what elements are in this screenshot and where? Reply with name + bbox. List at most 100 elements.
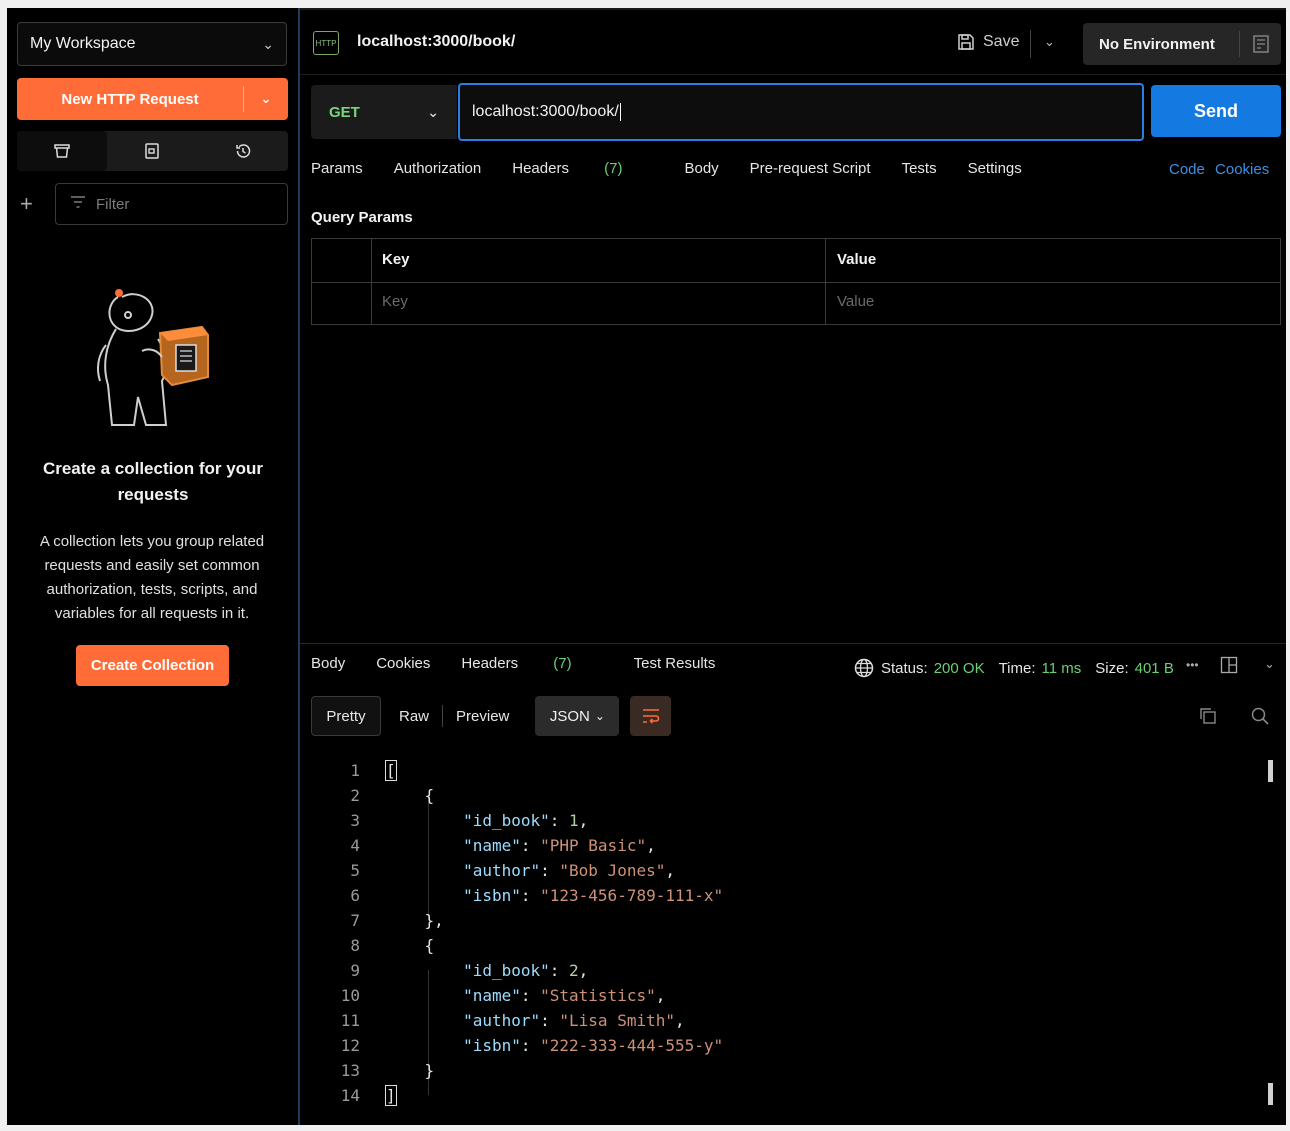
resp-tab-headers[interactable]: Headers (7) xyxy=(461,655,602,672)
filter-input[interactable]: Filter xyxy=(55,183,288,225)
line-number: 6 xyxy=(350,886,360,905)
size-value[interactable]: 401 B xyxy=(1135,660,1174,677)
line-number: 4 xyxy=(350,836,360,855)
wrap-lines-button[interactable] xyxy=(630,696,672,736)
column-divider xyxy=(371,239,372,324)
json-value: "Statistics" xyxy=(540,986,656,1005)
copy-icon[interactable] xyxy=(1198,706,1218,726)
sidebar-divider[interactable] xyxy=(298,8,300,1125)
line-number: 3 xyxy=(350,811,360,830)
workspace-select[interactable]: My Workspace ⌄ xyxy=(17,22,287,66)
json-key: "id_book" xyxy=(463,811,550,830)
layout-toggle-icon[interactable] xyxy=(1220,656,1238,674)
tab-collections[interactable] xyxy=(17,131,108,171)
code-line: { xyxy=(386,786,435,805)
tab-authorization[interactable]: Authorization xyxy=(394,160,482,177)
resp-tab-test-results[interactable]: Test Results xyxy=(634,655,716,672)
search-icon[interactable] xyxy=(1250,706,1270,726)
scrollbar-marker[interactable] xyxy=(1268,760,1273,782)
tab-tests[interactable]: Tests xyxy=(902,160,937,177)
resp-headers-count: (7) xyxy=(553,655,572,672)
column-header-value: Value xyxy=(837,251,877,268)
add-collection-icon[interactable]: + xyxy=(20,190,33,218)
json-key: "name" xyxy=(463,836,521,855)
tab-pre-request-script[interactable]: Pre-request Script xyxy=(750,160,871,177)
time-value[interactable]: 11 ms xyxy=(1042,660,1082,677)
json-key: "author" xyxy=(463,1011,541,1030)
line-number: 12 xyxy=(340,1036,360,1055)
code-line: }, xyxy=(386,911,444,930)
environment-select[interactable]: No Environment xyxy=(1083,23,1281,65)
create-collection-button[interactable]: Create Collection xyxy=(76,645,229,686)
tab-headers[interactable]: Headers (7) xyxy=(512,160,653,177)
send-button[interactable]: Send xyxy=(1151,85,1281,137)
headers-count: (7) xyxy=(604,160,623,177)
json-value: "Bob Jones" xyxy=(559,861,666,880)
key-input[interactable]: Key xyxy=(382,293,408,310)
tab-params[interactable]: Params xyxy=(311,160,363,177)
code-line: ] xyxy=(385,1085,397,1106)
chevron-down-icon[interactable]: ⌄ xyxy=(1264,656,1275,672)
format-raw-button[interactable]: Raw xyxy=(399,708,429,725)
request-title[interactable]: localhost:3000/book/ xyxy=(357,33,515,51)
table-row: Key Value xyxy=(312,283,1280,326)
status-label: Status: xyxy=(881,659,928,677)
method-select[interactable]: GET ⌄ xyxy=(311,85,457,139)
format-pretty-button[interactable]: Pretty xyxy=(311,696,381,736)
line-number: 2 xyxy=(350,786,360,805)
new-http-request-button[interactable]: New HTTP Request ⌄ xyxy=(17,78,288,120)
code-link[interactable]: Code xyxy=(1169,161,1205,178)
code-line: "id_book": 1, xyxy=(463,811,589,830)
chevron-down-icon: ⌄ xyxy=(594,709,605,723)
json-value: 1 xyxy=(569,811,579,830)
tab-apis[interactable] xyxy=(107,131,197,171)
tab-settings[interactable]: Settings xyxy=(968,160,1022,177)
filter-placeholder: Filter xyxy=(96,195,130,213)
cookies-link[interactable]: Cookies xyxy=(1215,161,1269,178)
method-label: GET xyxy=(329,103,360,121)
code-line: [ xyxy=(385,760,397,781)
header-divider xyxy=(300,74,1286,75)
environment-quick-look-icon[interactable] xyxy=(1240,34,1281,54)
sidebar-tabs xyxy=(17,131,288,171)
line-number: 8 xyxy=(350,936,360,955)
save-separator xyxy=(1030,30,1031,58)
resp-tab-cookies[interactable]: Cookies xyxy=(376,655,430,672)
wrap-lines-icon xyxy=(642,709,660,724)
tab-headers-label: Headers xyxy=(512,160,569,177)
code-cookies-links: Code Cookies xyxy=(1169,161,1269,178)
chevron-down-icon: ⌄ xyxy=(262,35,274,52)
resp-tab-body[interactable]: Body xyxy=(311,655,345,672)
window-border-left xyxy=(0,0,7,1131)
format-preview-button[interactable]: Preview xyxy=(456,708,509,725)
status-value[interactable]: 200 OK xyxy=(934,660,985,677)
code-line: "name": "PHP Basic", xyxy=(463,836,656,855)
language-select[interactable]: JSON ⌄ xyxy=(535,696,620,736)
save-button[interactable]: Save xyxy=(957,33,1019,51)
response-body-code[interactable]: 1 2 3 4 5 6 7 8 9 10 11 12 13 14 [ { "id… xyxy=(311,758,1271,1118)
line-number: 11 xyxy=(340,1011,360,1030)
window-border-bottom xyxy=(7,1125,1290,1131)
empty-collection-illustration xyxy=(97,289,209,426)
chevron-down-icon[interactable]: ⌄ xyxy=(1044,34,1055,50)
globe-icon[interactable] xyxy=(853,657,875,679)
more-icon[interactable]: ••• xyxy=(1186,658,1199,672)
tab-body[interactable]: Body xyxy=(684,160,718,177)
value-input[interactable]: Value xyxy=(837,293,874,310)
column-divider xyxy=(825,239,826,324)
tab-history[interactable] xyxy=(198,131,288,171)
url-input[interactable]: localhost:3000/book/ xyxy=(458,83,1144,141)
code-line: "name": "Statistics", xyxy=(463,986,666,1005)
line-number: 1 xyxy=(350,761,360,780)
format-separator xyxy=(442,705,444,727)
size-label: Size: xyxy=(1095,659,1129,677)
code-line: "isbn": "222-333-444-555-y" xyxy=(463,1036,724,1055)
chevron-down-icon: ⌄ xyxy=(427,103,439,120)
response-divider[interactable] xyxy=(300,643,1286,644)
code-line: "author": "Lisa Smith", xyxy=(463,1011,685,1030)
json-value: "123-456-789-111-x" xyxy=(540,886,724,905)
scrollbar-marker[interactable] xyxy=(1268,1083,1273,1105)
json-value: "222-333-444-555-y" xyxy=(540,1036,724,1055)
json-value: "Lisa Smith" xyxy=(559,1011,675,1030)
chevron-down-icon[interactable]: ⌄ xyxy=(244,91,288,107)
